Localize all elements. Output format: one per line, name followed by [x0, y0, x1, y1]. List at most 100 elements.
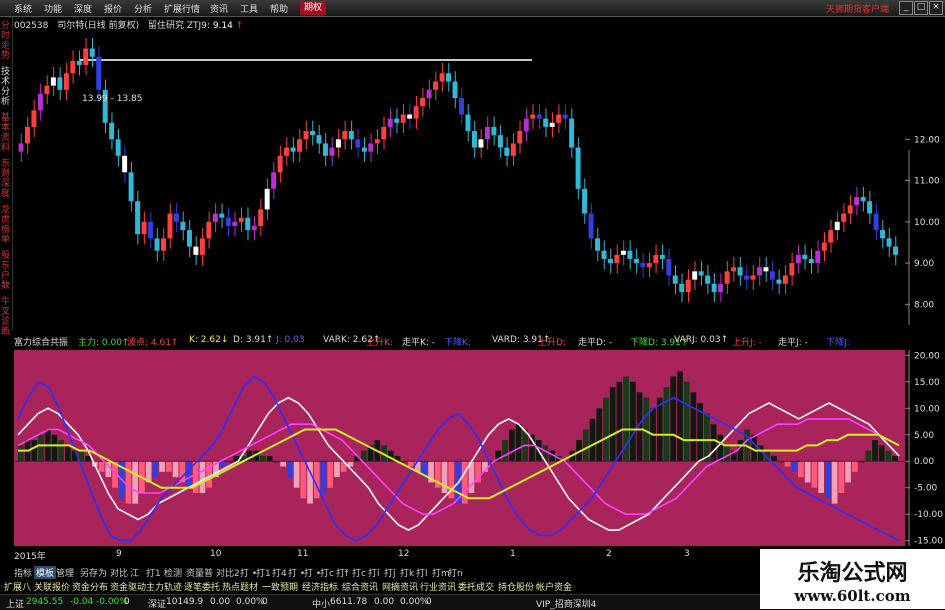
- candle-body: [452, 81, 458, 99]
- candlestick-series: [18, 38, 898, 303]
- function-button[interactable]: 扩展八: [4, 580, 31, 593]
- histogram-bar: [287, 461, 293, 478]
- indicator-value-12: 走平D: -: [578, 338, 613, 348]
- candle-body: [530, 114, 536, 119]
- indicator-tick-label: 10.00: [914, 404, 940, 414]
- candle-body: [821, 242, 827, 251]
- candle-body: [627, 250, 633, 259]
- candle-body: [355, 139, 361, 148]
- histogram-bar: [629, 381, 636, 462]
- watermark-url: www.60lt.com: [794, 587, 911, 605]
- histogram-bar: [878, 445, 885, 462]
- indicator-value-7: 上升K:: [366, 338, 393, 348]
- candle-body: [63, 73, 69, 90]
- candle-body: [698, 271, 704, 276]
- price-range-label: 13.99 - 13.85: [82, 94, 143, 104]
- function-button[interactable]: 委托成交: [458, 580, 494, 593]
- function-button[interactable]: 资金驱动: [110, 580, 146, 593]
- histogram-bar: [58, 440, 65, 462]
- histogram-bar: [784, 461, 791, 467]
- histogram-bar: [771, 455, 777, 462]
- candle-body: [258, 209, 264, 226]
- status-item: 0.00: [374, 597, 395, 607]
- candle-body: [420, 98, 426, 107]
- histogram-bar: [51, 434, 58, 462]
- candle-body: [186, 230, 192, 247]
- indicator-value-15: 上升J: -: [732, 338, 762, 348]
- candle-body: [633, 258, 639, 264]
- histogram-bar: [132, 461, 139, 504]
- date-tick: 3: [684, 549, 690, 559]
- candle-body: [776, 279, 782, 284]
- candle-body: [89, 48, 95, 57]
- indicator-value-1: 主力: 0.00↑: [78, 338, 130, 348]
- candle-body: [471, 131, 477, 148]
- candle-body: [886, 238, 892, 247]
- histogram-bar: [293, 461, 300, 488]
- histogram-bar: [18, 445, 24, 462]
- histogram-bar: [845, 461, 851, 483]
- histogram-bar: [186, 461, 192, 488]
- histogram-bar: [710, 424, 717, 462]
- candle-body: [828, 230, 834, 243]
- candle-body: [601, 250, 607, 259]
- candle-body: [96, 56, 102, 90]
- candle-body: [219, 213, 225, 218]
- histogram-bar: [313, 461, 320, 499]
- indicator-value-8: 走平K: -: [402, 338, 436, 348]
- candle-body: [711, 283, 717, 292]
- candle-body: [394, 118, 400, 123]
- histogram-bar: [811, 461, 818, 488]
- function-button[interactable]: 持仓股份: [498, 580, 534, 593]
- function-button[interactable]: 资金分布: [72, 580, 108, 593]
- histogram-bar: [717, 434, 724, 462]
- candle-body: [569, 118, 575, 148]
- status-item: 10149.9: [166, 597, 204, 607]
- function-button[interactable]: 热点题材: [222, 580, 258, 593]
- price-tick-label: 11.00: [914, 177, 940, 187]
- function-button[interactable]: 经济指标: [302, 580, 338, 593]
- function-button[interactable]: 主力轨迹: [146, 580, 182, 593]
- function-button[interactable]: 逐笔委托: [184, 580, 220, 593]
- candle-body: [491, 126, 497, 136]
- histogram-bar: [31, 440, 38, 462]
- function-button[interactable]: 帐户资金: [536, 580, 572, 593]
- histogram-bar: [280, 461, 287, 467]
- histogram-bar: [515, 424, 522, 462]
- function-button[interactable]: 一致预期: [262, 580, 298, 593]
- indicator-y-axis: 20.00 15.00 10.00 5.00 0.00 -5.00 -10.00 -15.00: [905, 350, 943, 547]
- candle-body: [731, 267, 737, 272]
- price-y-axis: 12.00 11.00 10.00 9.00 8.00: [905, 135, 940, 325]
- price-tick-label: 8.00: [914, 300, 934, 310]
- indicator-value-5: J: 0.03: [276, 335, 305, 345]
- watermark-title: 乐淘公式网: [797, 560, 908, 586]
- candle-body: [70, 60, 76, 74]
- candle-body: [180, 221, 186, 231]
- chart-canvas: 12.00 11.00 10.00 9.00 8.00 20.00 15.00 10.00 5…: [14, 38, 943, 547]
- histogram-bar: [818, 461, 825, 494]
- indicator-panel-bg: [14, 350, 905, 546]
- status-item: 中小: [312, 600, 331, 610]
- candle-body: [769, 271, 775, 280]
- function-button[interactable]: 行业资讯: [420, 580, 456, 593]
- price-tick-label: 9.00: [914, 259, 934, 269]
- indicator-tick-label: -10.00: [914, 510, 943, 520]
- candle-body: [387, 118, 393, 127]
- histogram-bar: [670, 376, 677, 462]
- candle-body: [245, 217, 251, 231]
- function-button[interactable]: 关联报价: [34, 580, 70, 593]
- histogram-bar: [825, 461, 831, 499]
- function-button[interactable]: 综合资讯: [342, 580, 378, 593]
- candle-body: [763, 267, 769, 272]
- candle-body: [841, 213, 847, 222]
- indicator-value-9: 下降K:: [444, 338, 471, 348]
- function-button[interactable]: 网摘资讯: [382, 580, 418, 593]
- histogram-bar: [98, 461, 105, 472]
- histogram-bar: [441, 461, 448, 494]
- candle-body: [815, 250, 821, 264]
- candle-body: [135, 201, 141, 235]
- candle-body: [893, 246, 898, 255]
- candle-body: [335, 139, 341, 148]
- histogram-bar: [300, 461, 307, 499]
- candle-body: [465, 114, 471, 132]
